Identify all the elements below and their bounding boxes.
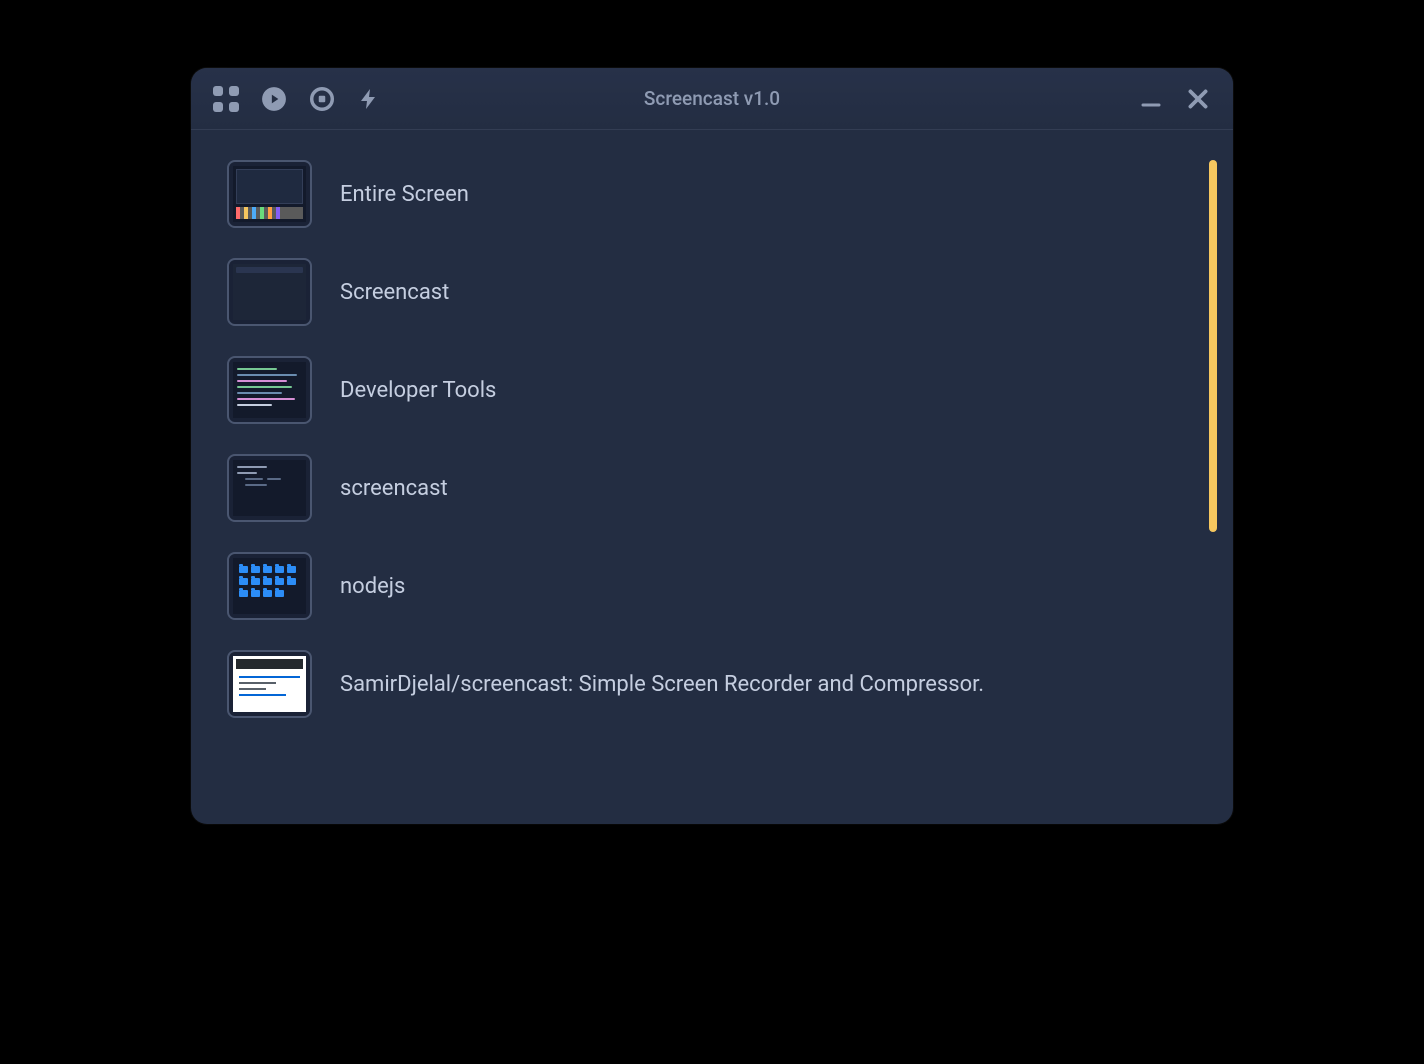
scrollbar-thumb[interactable]: [1209, 160, 1217, 532]
source-label: Entire Screen: [340, 182, 469, 207]
flash-icon[interactable]: [357, 85, 381, 113]
source-item[interactable]: screencast: [227, 454, 1197, 522]
source-label: nodejs: [340, 574, 405, 599]
window-title: Screencast v1.0: [644, 87, 780, 110]
minimize-icon[interactable]: [1139, 87, 1163, 111]
source-thumbnail: [227, 552, 312, 620]
source-thumbnail: [227, 650, 312, 718]
toolbar-left: [213, 85, 381, 113]
grid-icon[interactable]: [213, 86, 239, 112]
scrollbar-track[interactable]: [1209, 160, 1217, 794]
source-label: SamirDjelal/screencast: Simple Screen Re…: [340, 672, 984, 697]
source-thumbnail: [227, 356, 312, 424]
stop-icon[interactable]: [309, 86, 335, 112]
source-label: Screencast: [340, 280, 449, 305]
toolbar-right: [1139, 86, 1211, 112]
source-thumbnail: [227, 258, 312, 326]
close-icon[interactable]: [1185, 86, 1211, 112]
play-icon[interactable]: [261, 86, 287, 112]
source-label: screencast: [340, 476, 448, 501]
source-list: Entire Screen Screencast Developer Tools sc…: [191, 130, 1233, 824]
source-item[interactable]: SamirDjelal/screencast: Simple Screen Re…: [227, 650, 1197, 718]
source-item[interactable]: nodejs: [227, 552, 1197, 620]
source-thumbnail: [227, 454, 312, 522]
source-label: Developer Tools: [340, 378, 496, 403]
source-item[interactable]: Entire Screen: [227, 160, 1197, 228]
titlebar: Screencast v1.0: [191, 68, 1233, 130]
source-item[interactable]: Developer Tools: [227, 356, 1197, 424]
app-window: Screencast v1.0 Entire Screen Screencast D…: [191, 68, 1233, 824]
source-item[interactable]: Screencast: [227, 258, 1197, 326]
window-body: Entire Screen Screencast Developer Tools sc…: [191, 130, 1233, 824]
source-thumbnail: [227, 160, 312, 228]
